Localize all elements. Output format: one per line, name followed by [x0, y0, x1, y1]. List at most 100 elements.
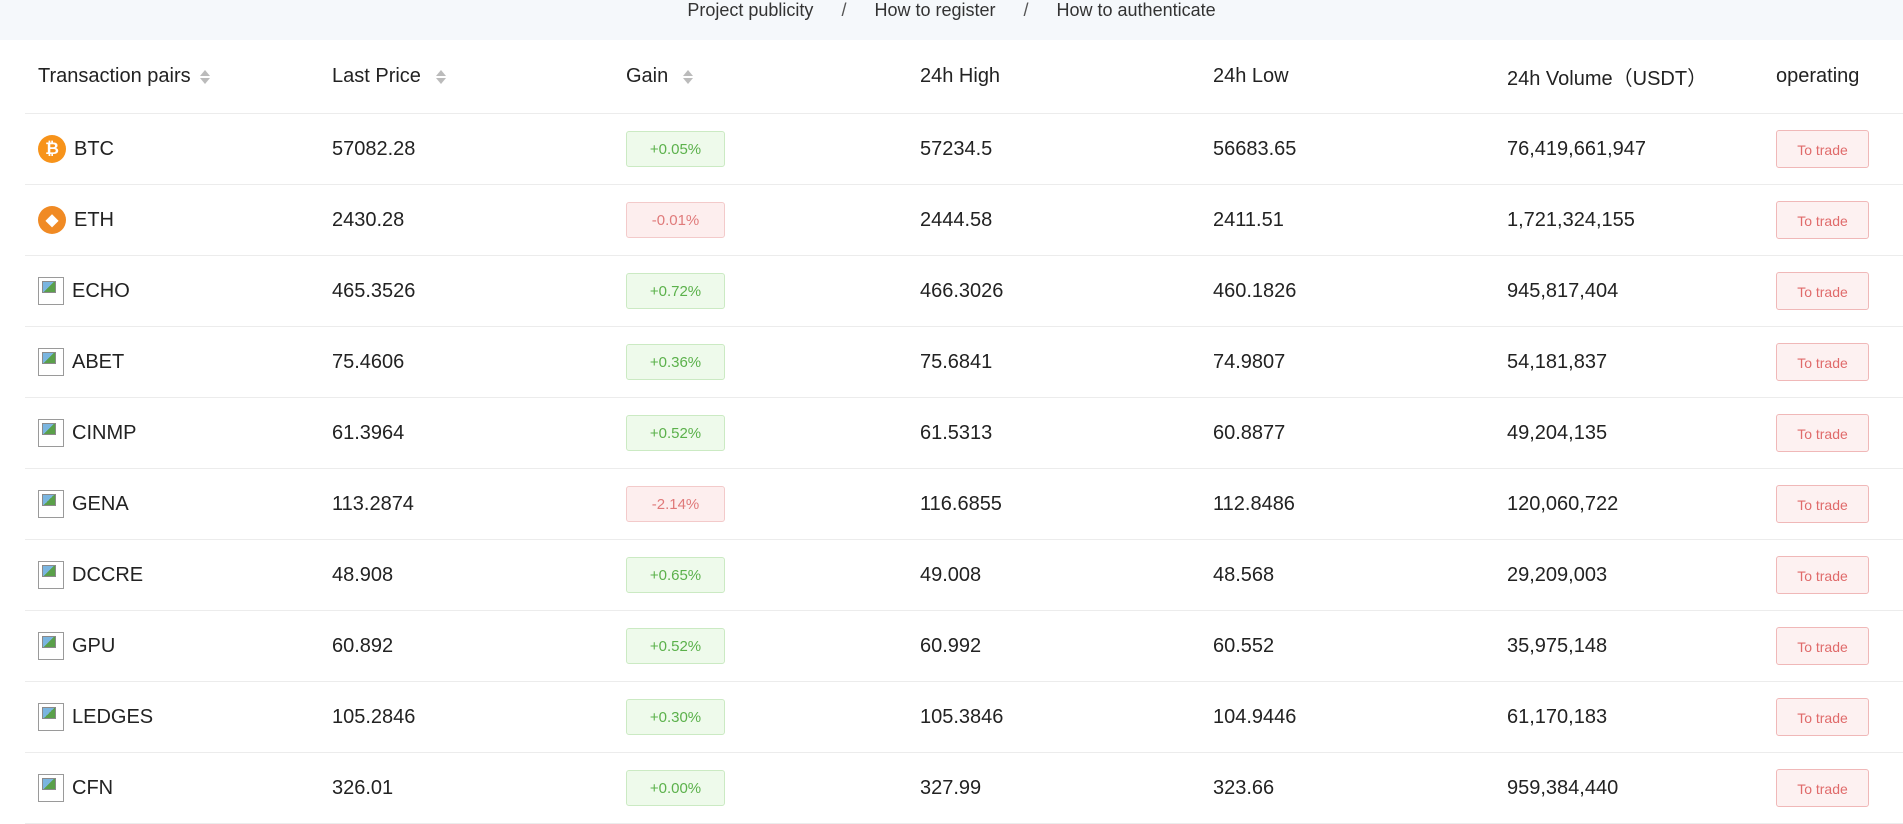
- pair-name: LEDGES: [72, 705, 154, 728]
- nav-separator: /: [1023, 0, 1029, 20]
- broken-image-icon: [38, 348, 64, 376]
- last-price-cell: 465.3526: [332, 279, 416, 302]
- pair-cell: CINMP: [25, 419, 332, 447]
- low-cell: 323.66: [1213, 776, 1275, 799]
- operating-cell: To trade: [1776, 201, 1896, 239]
- gain-cell: +0.30%: [626, 699, 920, 735]
- pair-name: BTC: [74, 137, 114, 160]
- nav-links: Project publicity / How to register / Ho…: [687, 0, 1215, 20]
- pair-name: DCCRE: [72, 563, 144, 586]
- to-trade-button[interactable]: To trade: [1776, 485, 1869, 523]
- table-row[interactable]: CINMP 61.3964 +0.52% 61.5313 60.8877 49,204,1…: [25, 398, 1903, 469]
- last-price-cell: 326.01: [332, 776, 394, 799]
- high-cell: 49.008: [920, 563, 982, 586]
- last-price-cell: 61.3964: [332, 421, 405, 444]
- table-row[interactable]: ECHO 465.3526 +0.72% 466.3026 460.1826 945,81…: [25, 256, 1903, 327]
- volume-cell: 120,060,722: [1507, 492, 1619, 515]
- pair-cell: ECHO: [25, 277, 332, 305]
- high-cell: 57234.5: [920, 137, 993, 160]
- table-body: ₿ BTC 57082.28 +0.05% 57234.5 56683.65 76,419,…: [25, 114, 1903, 824]
- gain-badge: +0.00%: [626, 770, 725, 806]
- to-trade-button[interactable]: To trade: [1776, 130, 1869, 168]
- nav-link-project-publicity[interactable]: Project publicity: [687, 0, 813, 20]
- last-price-cell: 105.2846: [332, 705, 416, 728]
- bitcoin-icon: ₿: [38, 135, 66, 163]
- pair-cell: ABET: [25, 348, 332, 376]
- gain-badge: +0.05%: [626, 131, 725, 167]
- low-cell: 112.8486: [1213, 492, 1295, 515]
- broken-image-icon: [38, 490, 64, 518]
- operating-cell: To trade: [1776, 343, 1896, 381]
- table-row[interactable]: LEDGES 105.2846 +0.30% 105.3846 104.9446 61,1…: [25, 682, 1903, 753]
- gain-cell: +0.05%: [626, 131, 920, 167]
- table-row[interactable]: ABET 75.4606 +0.36% 75.6841 74.9807 54,181,83…: [25, 327, 1903, 398]
- high-cell: 60.992: [920, 634, 982, 657]
- nav-link-how-to-register[interactable]: How to register: [874, 0, 995, 20]
- pair-name: CFN: [72, 776, 114, 799]
- nav-link-how-to-authenticate[interactable]: How to authenticate: [1057, 0, 1216, 20]
- top-nav: Project publicity / How to register / Ho…: [0, 0, 1903, 40]
- table-header: Transaction pairs Last Price Gain 24h Hi…: [25, 40, 1903, 114]
- last-price-cell: 48.908: [332, 563, 394, 586]
- last-price-cell: 60.892: [332, 634, 394, 657]
- to-trade-button[interactable]: To trade: [1776, 272, 1869, 310]
- gain-badge: +0.72%: [626, 273, 725, 309]
- header-gain[interactable]: Gain: [626, 65, 920, 88]
- to-trade-button[interactable]: To trade: [1776, 343, 1869, 381]
- gain-cell: +0.00%: [626, 770, 920, 806]
- table-row[interactable]: CFN 326.01 +0.00% 327.99 323.66 959,384,440 To…: [25, 753, 1903, 824]
- to-trade-button[interactable]: To trade: [1776, 556, 1869, 594]
- high-cell: 2444.58: [920, 208, 993, 231]
- volume-cell: 35,975,148: [1507, 634, 1608, 657]
- last-price-cell: 75.4606: [332, 350, 405, 373]
- table-row[interactable]: GENA 113.2874 -2.14% 116.6855 112.8486 120,06…: [25, 469, 1903, 540]
- table-row[interactable]: DCCRE 48.908 +0.65% 49.008 48.568 29,209,003 T…: [25, 540, 1903, 611]
- low-cell: 74.9807: [1213, 350, 1286, 373]
- sort-icon[interactable]: [435, 68, 446, 86]
- pair-name: GENA: [72, 492, 129, 515]
- gain-badge: -0.01%: [626, 202, 725, 238]
- table-row[interactable]: GPU 60.892 +0.52% 60.992 60.552 35,975,148 To …: [25, 611, 1903, 682]
- gain-cell: -2.14%: [626, 486, 920, 522]
- sort-icon[interactable]: [199, 68, 210, 86]
- pair-cell: ◆ ETH: [25, 206, 332, 234]
- gain-cell: -0.01%: [626, 202, 920, 238]
- high-cell: 466.3026: [920, 279, 1004, 302]
- pair-cell: DCCRE: [25, 561, 332, 589]
- pair-name: ETH: [74, 208, 114, 231]
- operating-cell: To trade: [1776, 627, 1896, 665]
- high-cell: 61.5313: [920, 421, 993, 444]
- pair-cell: ₿ BTC: [25, 135, 332, 163]
- header-24h-high: 24h High: [920, 65, 1001, 87]
- operating-cell: To trade: [1776, 485, 1896, 523]
- table-row[interactable]: ◆ ETH 2430.28 -0.01% 2444.58 2411.51 1,721,324…: [25, 185, 1903, 256]
- to-trade-button[interactable]: To trade: [1776, 414, 1869, 452]
- sort-icon[interactable]: [682, 68, 693, 86]
- high-cell: 327.99: [920, 776, 982, 799]
- header-24h-volume: 24h Volume（USDT）: [1507, 68, 1708, 90]
- to-trade-button[interactable]: To trade: [1776, 627, 1869, 665]
- operating-cell: To trade: [1776, 698, 1896, 736]
- gain-badge: +0.52%: [626, 628, 725, 664]
- table-row[interactable]: ₿ BTC 57082.28 +0.05% 57234.5 56683.65 76,419,…: [25, 114, 1903, 185]
- volume-cell: 49,204,135: [1507, 421, 1608, 444]
- nav-separator: /: [841, 0, 847, 20]
- last-price-cell: 2430.28: [332, 208, 405, 231]
- header-pair[interactable]: Transaction pairs: [25, 65, 332, 88]
- gain-cell: +0.36%: [626, 344, 920, 380]
- header-pair-label: Transaction pairs: [38, 65, 191, 87]
- header-last-price[interactable]: Last Price: [332, 65, 626, 88]
- to-trade-button[interactable]: To trade: [1776, 769, 1869, 807]
- operating-cell: To trade: [1776, 272, 1896, 310]
- to-trade-button[interactable]: To trade: [1776, 698, 1869, 736]
- to-trade-button[interactable]: To trade: [1776, 201, 1869, 239]
- low-cell: 60.552: [1213, 634, 1275, 657]
- gain-cell: +0.52%: [626, 415, 920, 451]
- operating-cell: To trade: [1776, 556, 1896, 594]
- low-cell: 104.9446: [1213, 705, 1297, 728]
- gain-badge: +0.52%: [626, 415, 725, 451]
- broken-image-icon: [38, 277, 64, 305]
- pair-cell: LEDGES: [25, 703, 332, 731]
- last-price-cell: 57082.28: [332, 137, 416, 160]
- broken-image-icon: [38, 419, 64, 447]
